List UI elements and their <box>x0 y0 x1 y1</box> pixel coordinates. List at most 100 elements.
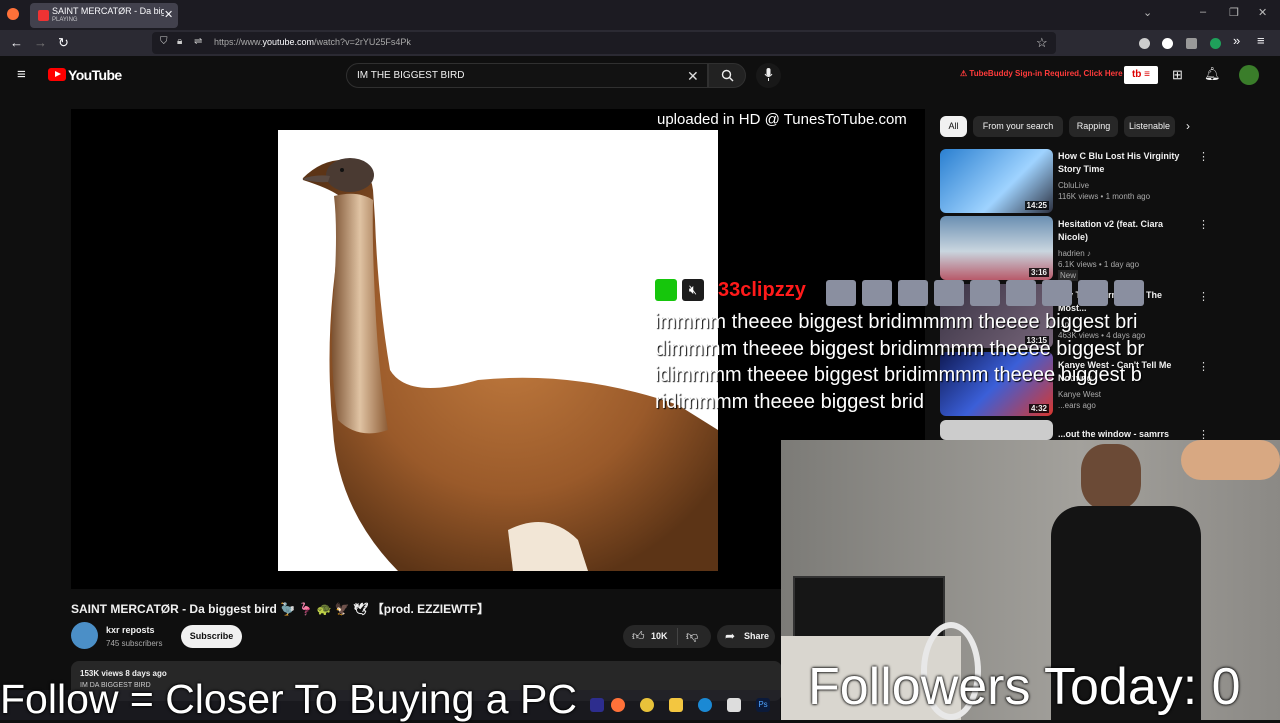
user-avatar[interactable] <box>1239 65 1259 85</box>
search-button[interactable] <box>708 63 746 88</box>
bookmark-star-icon[interactable]: ☆ <box>1036 35 1048 51</box>
youtube-favicon-icon <box>38 10 49 21</box>
video-duration: 14:25 <box>1024 201 1049 210</box>
microphone-icon <box>764 68 773 81</box>
streamer-arm <box>1181 440 1280 480</box>
like-icon[interactable]: 👍︎ <box>632 629 645 644</box>
chip-all[interactable]: All <box>940 116 967 137</box>
channel-subscribers: 745 subscribers <box>106 639 163 648</box>
video-duration: 3:16 <box>1028 268 1049 277</box>
back-icon[interactable]: ← <box>10 35 23 50</box>
tubebuddy-signin-link[interactable]: ⚠ TubeBuddy Sign-in Required, Click Here <box>960 69 1123 78</box>
chip-from-your-search[interactable]: From your search <box>973 116 1063 137</box>
subscribe-button[interactable]: Subscribe <box>181 625 242 648</box>
chrome-taskbar-icon[interactable] <box>640 698 654 712</box>
more-actions-icon[interactable]: ⋮ <box>1198 150 1209 163</box>
mute-speaker-icon: 🔇︎ <box>682 279 704 301</box>
more-actions-icon[interactable]: ⋮ <box>1198 290 1209 303</box>
channel-name[interactable]: kxr reposts <box>106 625 155 635</box>
chevron-down-icon[interactable]: ⌄ <box>1143 6 1152 19</box>
store-icon[interactable] <box>727 698 741 712</box>
youtube-header: ≡ YouTube IM THE BIGGEST BIRD ✕ ⚠ TubeBu… <box>0 56 1280 94</box>
clear-search-icon[interactable]: ✕ <box>687 68 699 85</box>
chevron-right-icon[interactable]: › <box>1186 119 1190 133</box>
rec-meta: 116K views • 1 month ago <box>1058 192 1151 201</box>
photoshop-icon[interactable]: Ps <box>756 698 770 712</box>
browser-tab-active[interactable]: SAINT MERCATØR - Da biggest PLAYING ✕ <box>30 3 178 28</box>
voice-search-button[interactable] <box>756 63 781 88</box>
channel-avatar[interactable] <box>71 622 98 649</box>
emote-icon <box>1114 280 1144 306</box>
notifications-bell-icon[interactable]: 🔔︎ <box>1204 66 1221 82</box>
url-text: https://www.youtube.com/watch?v=2rYU25Fs… <box>214 37 411 47</box>
browser-nav-bar: ← → ↻ ⛉ 🔒︎ ⇌ https://www.youtube.com/wat… <box>0 30 1280 56</box>
lock-icon[interactable]: 🔒︎ <box>177 36 182 47</box>
edge-icon[interactable] <box>698 698 712 712</box>
create-video-icon[interactable]: ⊞ <box>1172 67 1183 83</box>
search-value: IM THE BIGGEST BIRD <box>357 70 465 81</box>
tab-playing-status: PLAYING <box>52 17 78 23</box>
rec-title[interactable]: Hesitation v2 (feat. Ciara Nicole) <box>1058 218 1188 244</box>
follow-goal-overlay: Follow = Closer To Buying a PC <box>0 676 577 722</box>
rec-thumbnail[interactable] <box>940 420 1053 440</box>
restore-icon[interactable]: ❐ <box>1229 6 1239 19</box>
more-actions-icon[interactable]: ⋮ <box>1198 218 1209 231</box>
tubebuddy-menu-button[interactable]: tb ≡ <box>1124 66 1158 84</box>
hamburger-menu-icon[interactable]: ≡ <box>17 66 26 83</box>
video-artwork-bird <box>278 130 718 571</box>
premiere-icon[interactable] <box>590 698 604 712</box>
video-title: SAINT MERCATØR - Da biggest bird 🦤 🦩 🐢 🦅… <box>71 602 490 616</box>
grammarly-icon[interactable] <box>1210 38 1221 49</box>
emote-icon <box>934 280 964 306</box>
emote-icon <box>862 280 892 306</box>
forward-icon[interactable]: → <box>34 35 47 50</box>
menu-icon[interactable]: ≡ <box>1257 33 1265 48</box>
chat-message: immmm theeee biggest bridimmmm theeee bi… <box>655 311 1145 413</box>
minimize-icon[interactable]: – <box>1200 6 1206 18</box>
rec-thumbnail[interactable]: 3:16 <box>940 216 1053 280</box>
file-explorer-icon[interactable] <box>669 698 683 712</box>
pocket-icon[interactable] <box>1139 38 1150 49</box>
more-tools-icon[interactable]: » <box>1233 33 1240 48</box>
tunestotube-watermark: uploaded in HD @ TunesToTube.com <box>657 111 907 128</box>
search-icon <box>721 69 734 82</box>
dislike-icon[interactable]: 👎︎ <box>686 629 698 644</box>
moa-bird-illustration <box>302 158 718 571</box>
permissions-icon[interactable]: ⇌ <box>194 36 202 47</box>
url-bar[interactable]: ⛉ 🔒︎ ⇌ https://www.youtube.com/watch?v=2… <box>152 32 1056 54</box>
reload-icon[interactable]: ↻ <box>58 35 69 51</box>
browser-tab-strip: SAINT MERCATØR - Da biggest PLAYING ✕ ⌄ … <box>0 0 1280 30</box>
like-dislike-group: 👍︎ 10K 👎︎ <box>623 625 711 648</box>
firefox-icon <box>7 8 19 20</box>
extension-icon[interactable] <box>1186 38 1197 49</box>
followers-today-overlay: Followers Today: 0 <box>808 658 1241 716</box>
search-input[interactable]: IM THE BIGGEST BIRD ✕ <box>346 63 708 88</box>
chip-listenable[interactable]: Listenable <box>1124 116 1175 137</box>
emote-icon <box>826 280 856 306</box>
emote-icon <box>898 280 928 306</box>
rec-meta: 6.1K views • 1 day ago <box>1058 260 1140 269</box>
rec-channel[interactable]: hadrien ♪ <box>1058 248 1091 259</box>
share-button[interactable]: ➦ Share <box>717 625 775 648</box>
emote-icon <box>970 280 1000 306</box>
rec-thumbnail[interactable]: 14:25 <box>940 149 1053 213</box>
close-window-icon[interactable]: ✕ <box>1258 6 1267 19</box>
rec-channel[interactable]: CbluLive <box>1058 180 1089 191</box>
youtube-logo-text[interactable]: YouTube <box>68 67 122 83</box>
emote-icon <box>1042 280 1072 306</box>
chat-username: 33clipzzy <box>718 279 806 301</box>
info-extension-icon[interactable] <box>1162 38 1173 49</box>
shield-icon[interactable]: ⛉ <box>160 36 168 47</box>
emote-icon <box>1006 280 1036 306</box>
chip-rapping[interactable]: Rapping <box>1069 116 1118 137</box>
firefox-taskbar-icon[interactable] <box>611 698 625 712</box>
tab-close-icon[interactable]: ✕ <box>164 8 173 21</box>
streamer-head <box>1081 444 1141 510</box>
tab-title: SAINT MERCATØR - Da biggest <box>52 6 164 16</box>
rec-title[interactable]: How C Blu Lost His Virginity Story Time <box>1058 150 1188 176</box>
play-triangle-icon <box>55 71 61 77</box>
badge-icon <box>655 279 677 301</box>
more-actions-icon[interactable]: ⋮ <box>1198 360 1209 373</box>
like-count: 10K <box>651 631 668 641</box>
divider <box>677 628 678 645</box>
